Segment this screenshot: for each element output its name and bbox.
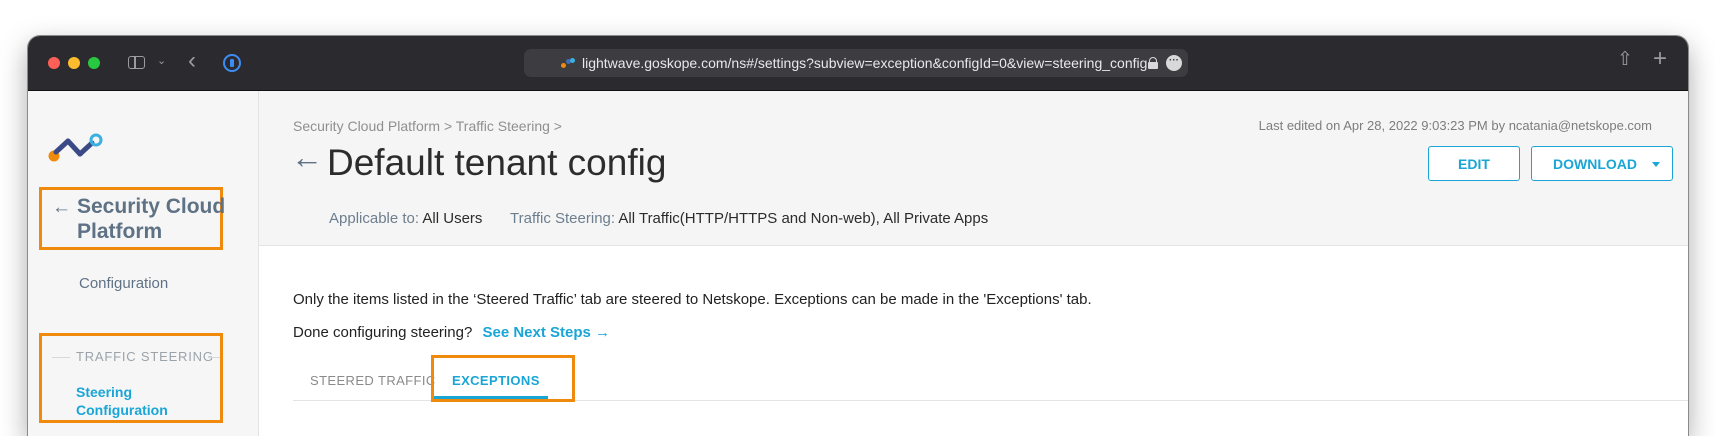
more-icon[interactable]: ··· xyxy=(1166,55,1182,71)
browser-toolbar: ⌄ ‹ lightwave.goskope.com/ns#/settings?s… xyxy=(28,36,1688,91)
netskope-logo xyxy=(48,133,103,162)
sidebar-item-steering-configuration[interactable]: Steering Configuration xyxy=(76,383,216,419)
chevron-down-icon[interactable]: ⌄ xyxy=(157,56,166,67)
active-tab-underline xyxy=(434,396,548,399)
new-tab-plus-icon[interactable]: + xyxy=(1653,47,1667,71)
divider xyxy=(52,357,70,358)
download-button[interactable]: DOWNLOAD xyxy=(1531,146,1673,181)
back-arrow-icon[interactable]: ‹ xyxy=(188,49,196,73)
close-window-button[interactable] xyxy=(48,57,60,69)
next-steps-row: Done configuring steering? See Next Step… xyxy=(293,324,610,341)
zoom-window-button[interactable] xyxy=(88,57,100,69)
page-header: Security Cloud Platform > Traffic Steeri… xyxy=(259,91,1688,246)
download-button-label: DOWNLOAD xyxy=(1553,155,1637,172)
password-manager-icon[interactable] xyxy=(223,54,241,72)
see-next-steps-link[interactable]: See Next Steps → xyxy=(482,324,610,341)
traffic-steering-info: Traffic Steering: All Traffic(HTTP/HTTPS… xyxy=(510,210,988,227)
traffic-steering-label: Traffic Steering: xyxy=(510,210,616,227)
caret-down-icon[interactable] xyxy=(1652,162,1660,167)
tab-exceptions[interactable]: EXCEPTIONS xyxy=(452,373,540,388)
edit-button[interactable]: EDIT xyxy=(1428,146,1520,181)
next-steps-prompt: Done configuring steering? xyxy=(293,324,473,341)
tab-bar: STEERED TRAFFIC EXCEPTIONS xyxy=(293,355,1688,402)
applicable-to: Applicable to: All Users xyxy=(329,210,482,227)
page-back-arrow-icon[interactable]: ← xyxy=(291,139,323,176)
tab-steered-traffic[interactable]: STEERED TRAFFIC xyxy=(310,373,436,388)
page-title: Default tenant config xyxy=(327,142,667,183)
back-arrow-icon: ← xyxy=(52,197,71,218)
app-content: ← Security Cloud Platform Configuration … xyxy=(28,91,1688,436)
sidebar-item-configuration[interactable]: Configuration xyxy=(79,275,168,292)
divider xyxy=(208,357,220,358)
sidebar-back-link[interactable]: ← Security Cloud Platform xyxy=(39,187,225,250)
main-panel: Security Cloud Platform > Traffic Steeri… xyxy=(259,91,1688,436)
section-label: TRAFFIC STEERING xyxy=(76,349,214,364)
address-bar[interactable]: lightwave.goskope.com/ns#/settings?subvi… xyxy=(524,49,1188,77)
traffic-steering-value: All Traffic(HTTP/HTTPS and Non-web), All… xyxy=(618,210,989,227)
info-text: Only the items listed in the ‘Steered Tr… xyxy=(293,291,1092,308)
last-edited-text: Last edited on Apr 28, 2022 9:03:23 PM b… xyxy=(1258,118,1652,133)
applicable-label: Applicable to: xyxy=(329,210,420,227)
share-icon[interactable]: ⇧ xyxy=(1617,50,1633,69)
url-text: lightwave.goskope.com/ns#/settings?subvi… xyxy=(582,55,1148,71)
traffic-steering-section: TRAFFIC STEERING Steering Configuration xyxy=(39,333,223,423)
favicon-icon xyxy=(561,58,575,68)
lock-icon xyxy=(1148,57,1158,69)
sidebar-title: Security Cloud Platform xyxy=(77,195,226,243)
sidebar-toggle-icon[interactable] xyxy=(128,56,145,69)
browser-window: ⌄ ‹ lightwave.goskope.com/ns#/settings?s… xyxy=(28,36,1688,436)
breadcrumb[interactable]: Security Cloud Platform > Traffic Steeri… xyxy=(293,118,562,134)
applicable-value: All Users xyxy=(422,210,483,227)
sidebar: ← Security Cloud Platform Configuration … xyxy=(28,91,259,436)
minimize-window-button[interactable] xyxy=(68,57,80,69)
